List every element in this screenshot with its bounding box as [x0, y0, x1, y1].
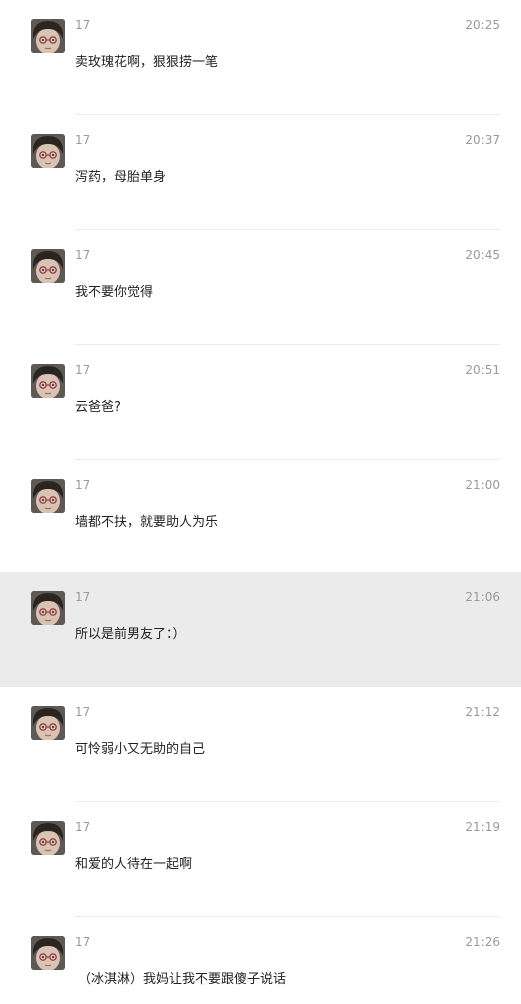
user-avatar-icon: [31, 821, 65, 855]
message-item[interactable]: 17 21:19 和爱的人待在一起啊: [0, 802, 521, 917]
sender-name: 17: [75, 478, 91, 492]
message-time: 20:37: [465, 133, 500, 147]
message-text: 我不要你觉得: [75, 285, 154, 300]
message-item[interactable]: 17 20:45 我不要你觉得: [0, 230, 521, 345]
sender-name: 17: [75, 133, 91, 147]
avatar[interactable]: [31, 364, 65, 398]
message-item[interactable]: 17 21:26 （冰淇淋）我妈让我不要跟傻子说话: [0, 917, 521, 1004]
message-time: 21:00: [465, 478, 500, 492]
sender-name: 17: [75, 18, 91, 32]
message-text: 和爱的人待在一起啊: [75, 857, 193, 872]
user-avatar-icon: [31, 249, 65, 283]
avatar[interactable]: [31, 821, 65, 855]
message-time: 21:12: [465, 705, 500, 719]
message-time: 20:51: [465, 363, 500, 377]
avatar[interactable]: [31, 249, 65, 283]
message-time: 21:06: [465, 590, 500, 604]
message-item[interactable]: 17 21:00 墙都不扶，就要助人为乐: [0, 460, 521, 575]
user-avatar-icon: [31, 479, 65, 513]
message-text: 墙都不扶，就要助人为乐: [75, 515, 219, 530]
user-avatar-icon: [31, 364, 65, 398]
message-item[interactable]: 17 20:51 云爸爸?: [0, 345, 521, 460]
sender-name: 17: [75, 935, 91, 949]
message-item-selected[interactable]: 17 21:06 所以是前男友了：）: [0, 572, 521, 687]
message-time: 20:45: [465, 248, 500, 262]
avatar[interactable]: [31, 479, 65, 513]
message-item[interactable]: 17 21:12 可怜弱小又无助的自己: [0, 687, 521, 802]
user-avatar-icon: [31, 134, 65, 168]
avatar[interactable]: [31, 134, 65, 168]
message-text: 云爸爸?: [75, 400, 121, 415]
sender-name: 17: [75, 248, 91, 262]
message-text: 泻药，母胎单身: [75, 170, 167, 185]
user-avatar-icon: [31, 19, 65, 53]
sender-name: 17: [75, 705, 91, 719]
message-time: 21:26: [465, 935, 500, 949]
sender-name: 17: [75, 590, 91, 604]
message-time: 21:19: [465, 820, 500, 834]
avatar[interactable]: [31, 706, 65, 740]
avatar[interactable]: [31, 591, 65, 625]
avatar[interactable]: [31, 936, 65, 970]
message-item[interactable]: 17 20:37 泻药，母胎单身: [0, 115, 521, 230]
message-time: 20:25: [465, 18, 500, 32]
avatar[interactable]: [31, 19, 65, 53]
sender-name: 17: [75, 363, 91, 377]
message-text: 所以是前男友了：）: [75, 627, 186, 642]
message-item[interactable]: 17 20:25 卖玫瑰花啊，狠狠捞一笔: [0, 0, 521, 115]
chat-message-list[interactable]: 17 20:25 卖玫瑰花啊，狠狠捞一笔 17 20:37 泻药，母胎单身 17…: [0, 0, 521, 1004]
message-text: 卖玫瑰花啊，狠狠捞一笔: [75, 55, 219, 70]
user-avatar-icon: [31, 706, 65, 740]
user-avatar-icon: [31, 591, 65, 625]
message-text: 可怜弱小又无助的自己: [75, 742, 206, 757]
message-text: （冰淇淋）我妈让我不要跟傻子说话: [78, 972, 287, 987]
sender-name: 17: [75, 820, 91, 834]
user-avatar-icon: [31, 936, 65, 970]
